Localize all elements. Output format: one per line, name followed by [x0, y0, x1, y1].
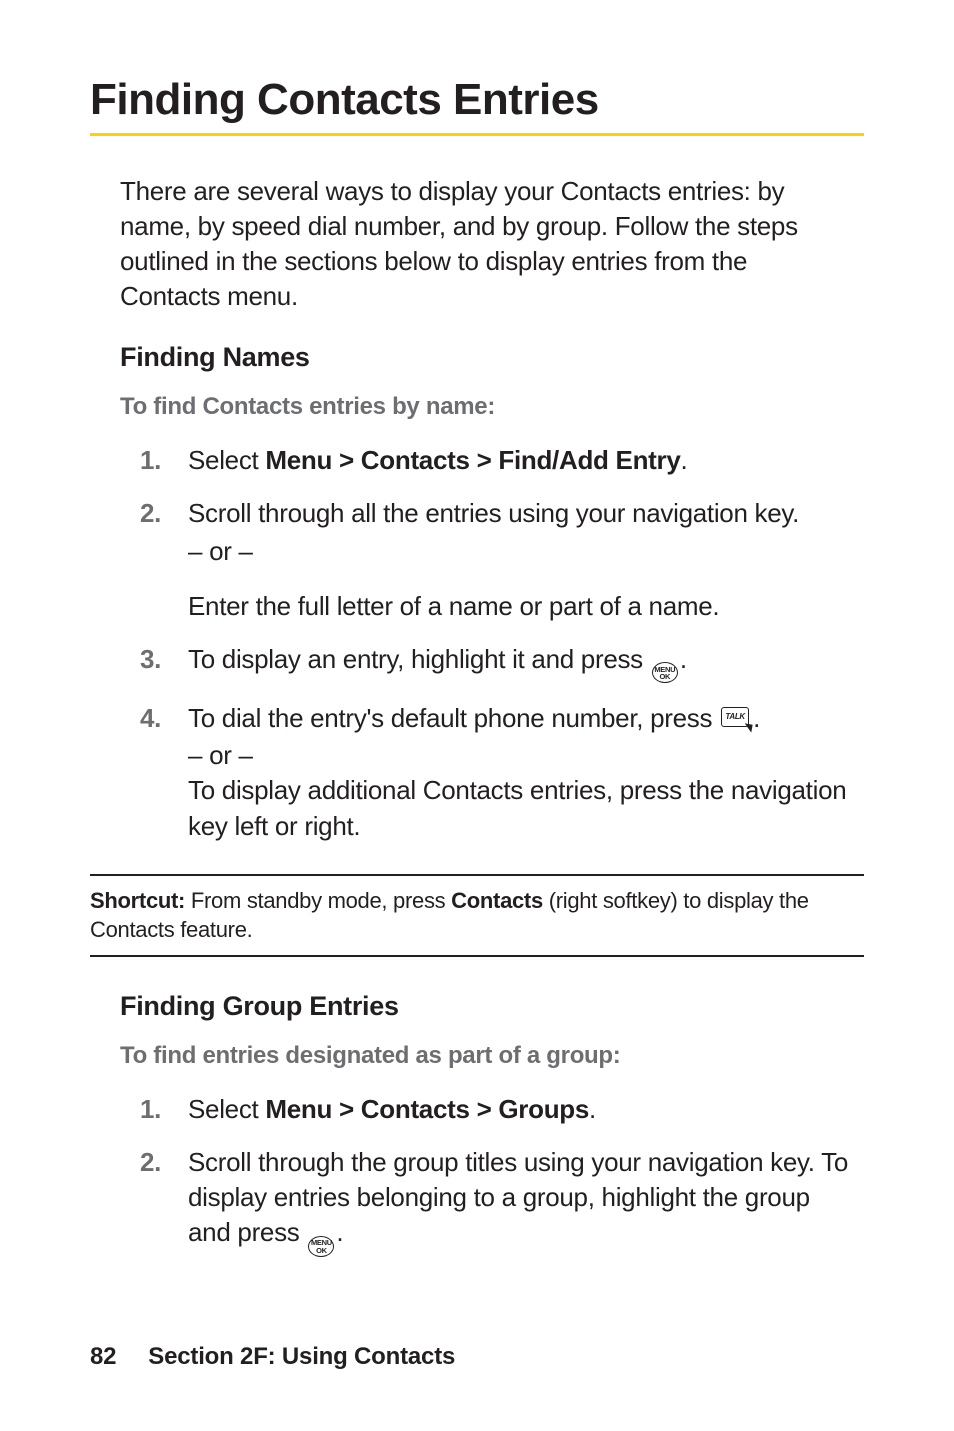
step-number: 1.	[140, 443, 188, 478]
shortcut-callout: Shortcut: From standby mode, press Conta…	[90, 874, 864, 957]
step-text: Scroll through the group titles using yo…	[188, 1147, 848, 1247]
step-text: .	[753, 703, 760, 733]
leadin-find-by-group: To find entries designated as part of a …	[120, 1042, 854, 1070]
intro-paragraph: There are several ways to display your C…	[120, 174, 854, 314]
content-body: There are several ways to display your C…	[90, 174, 864, 862]
section-heading-finding-names: Finding Names	[120, 342, 854, 373]
or-divider: – or –	[188, 738, 854, 773]
step-text: Select	[188, 445, 265, 475]
step-item: 3. To display an entry, highlight it and…	[140, 642, 854, 684]
shortcut-text: From standby mode, press	[185, 888, 451, 913]
page-footer: 82 Section 2F: Using Contacts	[90, 1343, 455, 1371]
step-item: 2. Scroll through all the entries using …	[140, 496, 854, 623]
shortcut-softkey: Contacts	[451, 888, 543, 913]
step-text: To display additional Contacts entries, …	[188, 773, 854, 843]
step-item: 1. Select Menu > Contacts > Find/Add Ent…	[140, 443, 854, 478]
page-number: 82	[90, 1343, 116, 1370]
step-number: 2.	[140, 1145, 188, 1180]
steps-list-b: 1. Select Menu > Contacts > Groups. 2. S…	[120, 1092, 854, 1257]
menu-path: Menu > Contacts > Groups	[265, 1094, 589, 1124]
menu-path: Menu > Contacts > Find/Add Entry	[265, 445, 680, 475]
step-text: To dial the entry's default phone number…	[188, 703, 719, 733]
step-number: 2.	[140, 496, 188, 531]
talk-key-icon: TALK	[721, 707, 751, 731]
content-body: Finding Group Entries To find entries de…	[90, 991, 864, 1275]
shortcut-label: Shortcut:	[90, 888, 185, 913]
step-text: .	[680, 644, 687, 674]
step-text: To display an entry, highlight it and pr…	[188, 644, 650, 674]
menu-ok-key-icon: MENUOK	[308, 1236, 334, 1257]
step-body: Scroll through all the entries using you…	[188, 496, 854, 623]
step-body: To display an entry, highlight it and pr…	[188, 642, 854, 684]
step-number: 4.	[140, 701, 188, 736]
or-divider: – or –	[188, 534, 854, 569]
document-page: Finding Contacts Entries There are sever…	[0, 0, 954, 1431]
steps-list-a: 1. Select Menu > Contacts > Find/Add Ent…	[120, 443, 854, 843]
step-item: 4. To dial the entry's default phone num…	[140, 701, 854, 843]
step-body: To dial the entry's default phone number…	[188, 701, 854, 843]
leadin-find-by-name: To find Contacts entries by name:	[120, 393, 854, 421]
step-text: .	[336, 1217, 343, 1247]
step-item: 1. Select Menu > Contacts > Groups.	[140, 1092, 854, 1127]
menu-ok-key-icon: MENUOK	[652, 662, 678, 683]
step-body: Scroll through the group titles using yo…	[188, 1145, 854, 1257]
step-text: Scroll through all the entries using you…	[188, 496, 854, 531]
step-body: Select Menu > Contacts > Find/Add Entry.	[188, 443, 854, 478]
title-underline	[90, 133, 864, 136]
step-text: Select	[188, 1094, 265, 1124]
section-heading-finding-groups: Finding Group Entries	[120, 991, 854, 1022]
step-number: 3.	[140, 642, 188, 677]
step-body: Select Menu > Contacts > Groups.	[188, 1092, 854, 1127]
step-text: .	[681, 445, 688, 475]
step-number: 1.	[140, 1092, 188, 1127]
page-title: Finding Contacts Entries	[90, 75, 864, 125]
section-label: Section 2F: Using Contacts	[148, 1343, 455, 1370]
step-text: Enter the full letter of a name or part …	[188, 589, 854, 624]
step-item: 2. Scroll through the group titles using…	[140, 1145, 854, 1257]
step-text: .	[589, 1094, 596, 1124]
